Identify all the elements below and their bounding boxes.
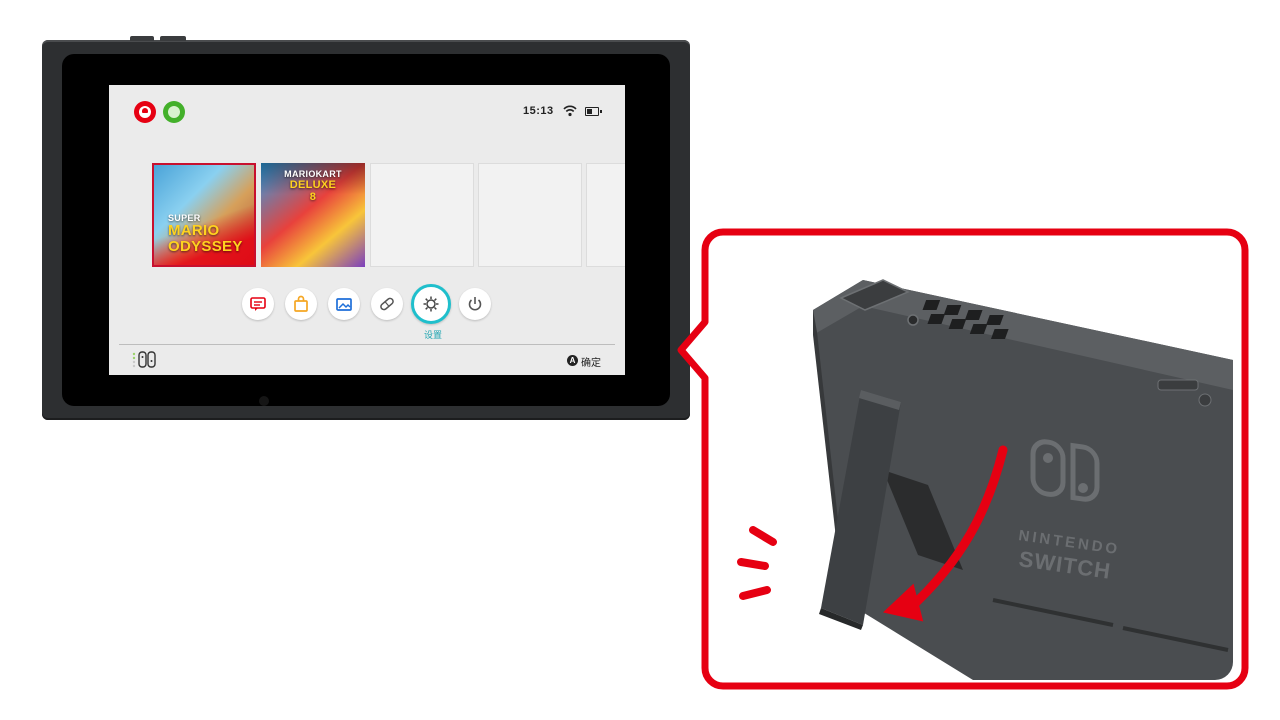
wifi-icon <box>563 105 577 117</box>
console-rear-illustration: NINTENDO SWITCH <box>713 240 1233 680</box>
volume-button-top <box>160 36 186 41</box>
eshop-button[interactable] <box>285 288 317 320</box>
controllers-icon <box>380 297 394 311</box>
battery-icon <box>585 107 602 116</box>
game-logo: MARIOKART DELUXE 8 <box>284 169 342 203</box>
confirm-label: 确定 <box>581 358 601 369</box>
home-screen: 15:13 SUPER MARIO ODYSSEY MARIOKART DELU… <box>109 85 625 375</box>
user-avatar-yoshi[interactable] <box>163 101 185 123</box>
footer-divider <box>119 344 615 345</box>
kickstand-callout: NINTENDO SWITCH <box>675 228 1250 690</box>
clock: 15:13 <box>523 105 554 117</box>
joy-con-status-icon <box>132 351 156 368</box>
selected-menu-label: 设置 <box>423 330 442 340</box>
user-avatar-mario[interactable] <box>134 101 156 123</box>
power-button-top <box>130 36 154 41</box>
game-tile-mario-kart-8-deluxe[interactable]: MARIOKART DELUXE 8 <box>261 163 365 267</box>
settings-icon <box>423 296 439 312</box>
controllers-button[interactable] <box>371 288 403 320</box>
empty-game-slot <box>478 163 582 267</box>
empty-game-slot <box>586 163 625 267</box>
power-options-button[interactable] <box>459 288 491 320</box>
album-button[interactable] <box>328 288 360 320</box>
eshop-icon <box>294 295 308 312</box>
mario-face-icon <box>139 106 151 118</box>
system-settings-button[interactable] <box>411 284 451 324</box>
a-button-glyph: A <box>567 355 578 366</box>
game-tile-super-mario-odyssey[interactable]: SUPER MARIO ODYSSEY <box>152 163 256 267</box>
switch-console: 15:13 SUPER MARIO ODYSSEY MARIOKART DELU… <box>42 36 690 420</box>
news-icon <box>250 297 266 311</box>
console-rear-view: NINTENDO SWITCH <box>737 279 1233 680</box>
game-logo: SUPER MARIO ODYSSEY <box>168 213 243 255</box>
console-bottom-dot <box>259 396 269 406</box>
album-icon <box>336 298 352 311</box>
empty-game-slot <box>370 163 474 267</box>
news-button[interactable] <box>242 288 274 320</box>
yoshi-face-icon <box>168 106 180 118</box>
power-icon <box>468 297 482 311</box>
